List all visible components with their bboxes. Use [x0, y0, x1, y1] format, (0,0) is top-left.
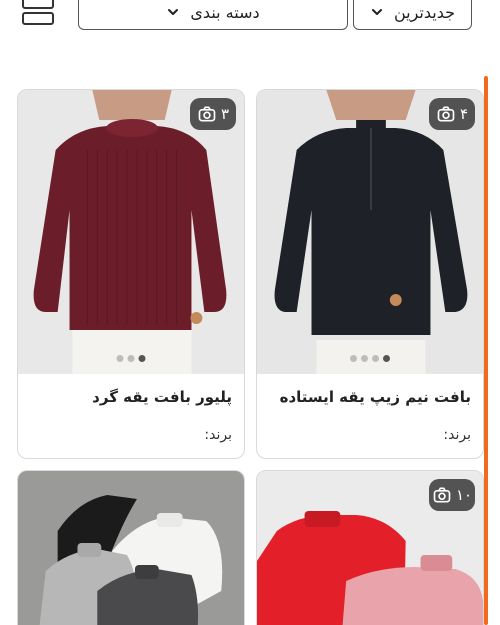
scroll-indicator[interactable]	[484, 76, 488, 625]
product-image[interactable]	[18, 471, 244, 625]
photo-count: ۱۰	[455, 486, 473, 504]
product-title[interactable]: بافت نیم زیپ یقه ایستاده	[280, 388, 471, 406]
chevron-down-icon	[371, 9, 382, 15]
product-image[interactable]: ۳	[18, 90, 244, 374]
product-card[interactable]: ۳ پلیور بافت یقه گرد برند:	[17, 89, 245, 459]
photo-count-badge: ۳	[190, 98, 236, 130]
product-card[interactable]: ۱۰	[256, 470, 484, 625]
category-label: دسته بندی	[190, 2, 260, 22]
pager-dot[interactable]	[372, 355, 379, 362]
pager-dot-active[interactable]	[383, 355, 390, 362]
photo-count: ۴	[459, 105, 469, 123]
photo-count: ۳	[220, 105, 230, 123]
sort-label: جدیدترین	[393, 2, 456, 22]
product-card[interactable]	[17, 470, 245, 625]
pager-dot[interactable]	[361, 355, 368, 362]
pager-dot-active[interactable]	[138, 355, 146, 362]
camera-icon	[433, 487, 451, 503]
product-title[interactable]: پلیور بافت یقه گرد	[92, 388, 232, 406]
category-dropdown[interactable]: دسته بندی	[78, 0, 348, 30]
toolbar: دسته بندی جدیدترین	[0, 0, 500, 40]
product-brand: برند:	[204, 427, 232, 443]
chevron-down-icon	[168, 9, 179, 15]
pager-dot[interactable]	[350, 355, 357, 362]
camera-icon	[437, 106, 455, 122]
camera-icon	[198, 106, 216, 122]
sort-dropdown[interactable]: جدیدترین	[353, 0, 472, 30]
product-card[interactable]: ۴ بافت نیم زیپ یقه ایستاده برند:	[256, 89, 484, 459]
grid-view-icon[interactable]	[20, 0, 56, 30]
pager-dot[interactable]	[116, 355, 124, 362]
photo-count-badge: ۴	[429, 98, 475, 130]
photo-count-badge: ۱۰	[429, 479, 475, 511]
product-image[interactable]: ۱۰	[257, 471, 483, 625]
image-pager[interactable]	[116, 355, 146, 362]
product-image[interactable]: ۴	[257, 90, 483, 374]
pager-dot[interactable]	[127, 355, 135, 362]
product-brand: برند:	[443, 427, 471, 443]
image-pager[interactable]	[350, 355, 390, 362]
